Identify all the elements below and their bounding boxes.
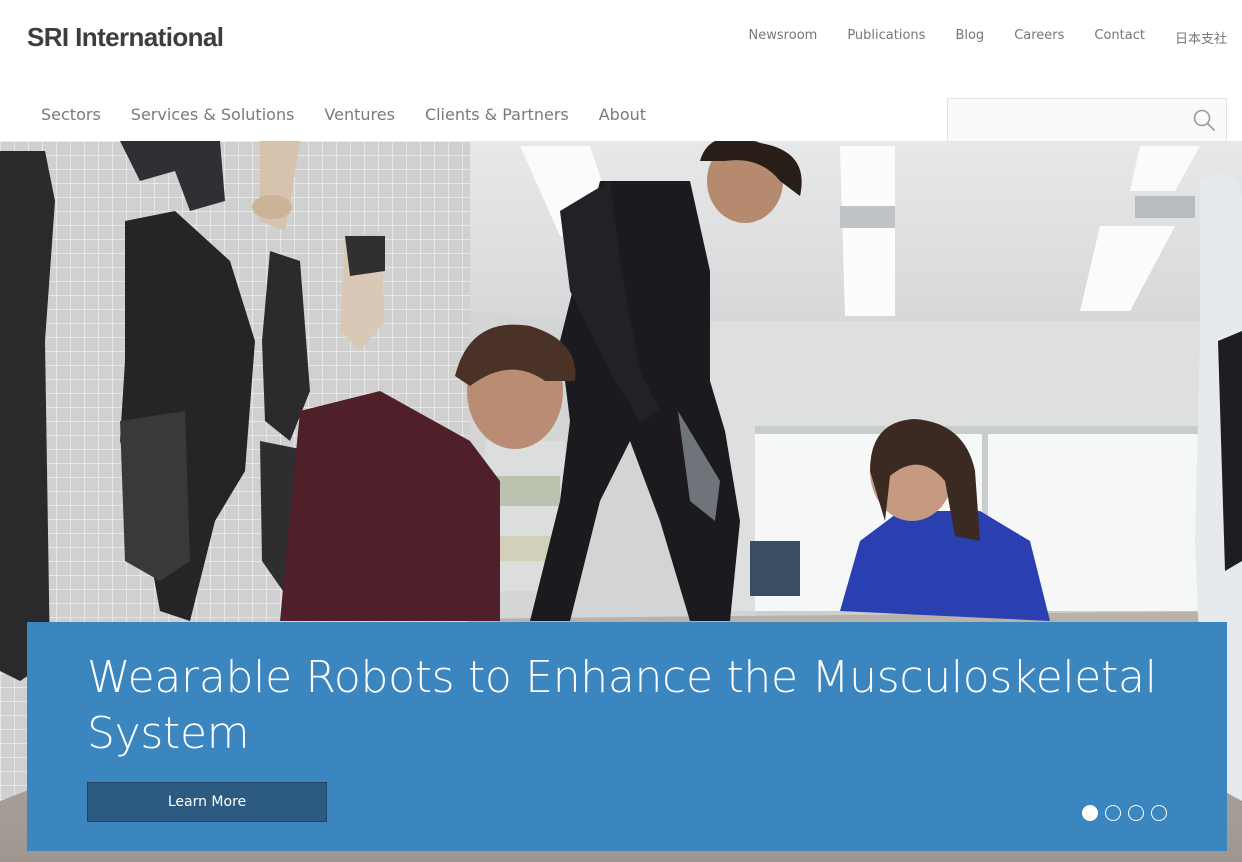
hero-caption-panel: Wearable Robots to Enhance the Musculosk… — [27, 622, 1227, 851]
utility-link-newsroom[interactable]: Newsroom — [749, 28, 818, 47]
search-icon[interactable] — [1192, 108, 1216, 132]
main-nav: Sectors Services & Solutions Ventures Cl… — [41, 105, 676, 124]
search-box — [947, 98, 1227, 142]
utility-link-careers[interactable]: Careers — [1014, 28, 1064, 47]
search-input[interactable] — [948, 99, 1178, 141]
carousel-dot-4[interactable] — [1151, 805, 1167, 821]
utility-link-blog[interactable]: Blog — [955, 28, 984, 47]
main-nav-clients-partners[interactable]: Clients & Partners — [425, 105, 569, 124]
utility-link-publications[interactable]: Publications — [847, 28, 925, 47]
hero-carousel: Wearable Robots to Enhance the Musculosk… — [0, 141, 1242, 862]
utility-link-japan-office[interactable]: 日本支社 — [1175, 28, 1227, 47]
main-nav-services-solutions[interactable]: Services & Solutions — [131, 105, 295, 124]
utility-nav: Newsroom Publications Blog Careers Conta… — [719, 28, 1227, 47]
main-nav-about[interactable]: About — [599, 105, 646, 124]
learn-more-button[interactable]: Learn More — [87, 782, 327, 822]
utility-link-contact[interactable]: Contact — [1094, 28, 1145, 47]
carousel-indicators — [1082, 805, 1167, 821]
main-nav-sectors[interactable]: Sectors — [41, 105, 101, 124]
carousel-dot-3[interactable] — [1128, 805, 1144, 821]
hero-title: Wearable Robots to Enhance the Musculosk… — [87, 652, 1157, 759]
brand-logo[interactable]: SRI International — [27, 22, 224, 53]
carousel-dot-1[interactable] — [1082, 805, 1098, 821]
carousel-dot-2[interactable] — [1105, 805, 1121, 821]
main-nav-ventures[interactable]: Ventures — [324, 105, 395, 124]
